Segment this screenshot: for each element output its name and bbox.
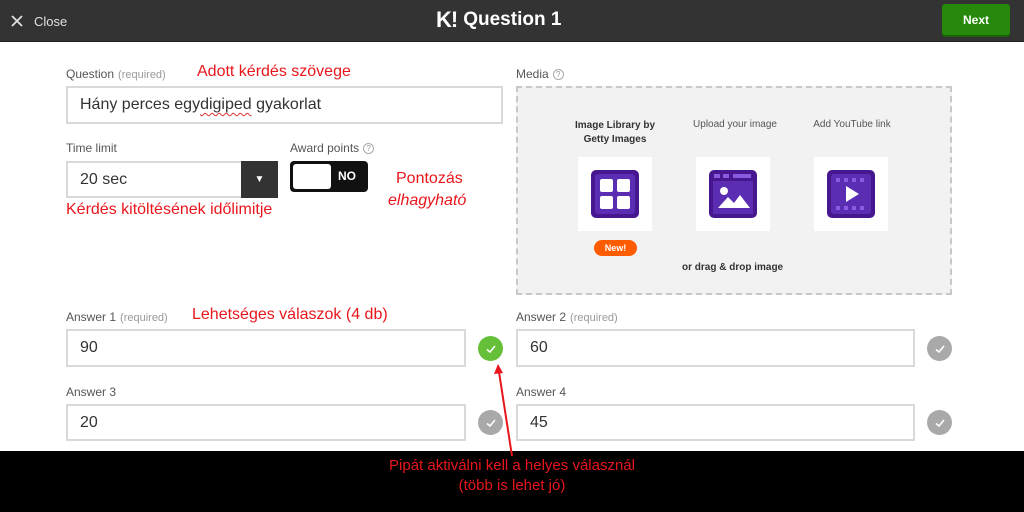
upload-image-button[interactable] bbox=[696, 157, 770, 231]
award-points-toggle[interactable]: NO bbox=[290, 161, 368, 192]
media-label: Media? bbox=[516, 67, 564, 81]
time-limit-value: 20 sec bbox=[80, 170, 128, 188]
answer-2-value: 60 bbox=[530, 339, 548, 356]
toggle-state: NO bbox=[338, 169, 356, 183]
annotation-answers: Lehetséges válaszok (4 db) bbox=[192, 306, 388, 323]
answer-1-input[interactable]: 90 bbox=[66, 329, 466, 367]
award-points-label-text: Award points bbox=[290, 141, 360, 155]
award-points-label: Award points? bbox=[290, 141, 375, 155]
close-icon bbox=[11, 15, 23, 27]
annotation-line-2: (több is lehet jó) bbox=[458, 477, 566, 494]
image-upload-icon bbox=[709, 170, 757, 218]
checkmark-icon bbox=[485, 418, 496, 427]
annotation-time-limit: Kérdés kitöltésének időlimitje bbox=[66, 201, 273, 218]
time-limit-label: Time limit bbox=[66, 141, 117, 155]
drag-drop-text: or drag & drop image bbox=[682, 262, 784, 273]
answer-2-input[interactable]: 60 bbox=[516, 329, 915, 367]
help-icon[interactable]: ? bbox=[363, 143, 375, 155]
top-bar: Close K! Question 1 Next bbox=[0, 0, 1024, 42]
answer-1-label: Answer 1 (required) bbox=[66, 310, 168, 324]
answer-1-value: 90 bbox=[80, 339, 98, 356]
media-option-label-youtube: Add YouTube link bbox=[813, 119, 891, 130]
answer-2-correct-toggle[interactable] bbox=[927, 336, 952, 361]
answer-1-label-text: Answer 1 bbox=[66, 310, 117, 324]
grid-icon bbox=[591, 170, 639, 218]
answer-1-correct-toggle[interactable] bbox=[478, 336, 503, 361]
question-input[interactable]: Hány perces egy digiped gyakorlat bbox=[66, 86, 503, 124]
required-hint: (required) bbox=[120, 312, 168, 324]
annotation-question: Adott kérdés szövege bbox=[197, 63, 351, 80]
new-badge: New! bbox=[594, 240, 637, 256]
answer-2-label-text: Answer 2 bbox=[516, 310, 567, 324]
toggle-knob bbox=[293, 164, 331, 189]
required-hint: (required) bbox=[118, 69, 166, 81]
caret-down-icon: ▼ bbox=[254, 174, 265, 185]
image-library-button[interactable] bbox=[578, 157, 652, 231]
getty-line1: Image Library by bbox=[574, 120, 656, 131]
question-text-1: Hány perces egy bbox=[80, 96, 201, 113]
page-title: Question 1 bbox=[463, 9, 562, 30]
annotation-correct-answer: Pipát aktiválni kell a helyes válasznál … bbox=[0, 456, 1024, 496]
getty-line2: Getty Images bbox=[583, 134, 647, 145]
answer-3-input[interactable]: 20 bbox=[66, 404, 466, 441]
answer-4-label: Answer 4 bbox=[516, 385, 567, 399]
title-area: K! Question 1 bbox=[436, 7, 561, 33]
checkmark-icon bbox=[485, 344, 496, 353]
question-label: Question (required) bbox=[66, 67, 166, 81]
question-text-misspelled: digiped bbox=[200, 96, 252, 113]
question-text-2: gyakorlat bbox=[251, 96, 322, 113]
answer-4-correct-toggle[interactable] bbox=[927, 410, 952, 435]
annotation-line-1: Pipát aktiválni kell a helyes válasznál bbox=[389, 457, 635, 474]
annotation-points-2: elhagyható bbox=[388, 192, 467, 209]
answer-3-correct-toggle[interactable] bbox=[478, 410, 503, 435]
media-label-text: Media bbox=[516, 67, 549, 81]
answer-4-input[interactable]: 45 bbox=[516, 404, 915, 441]
checkmark-icon bbox=[934, 418, 945, 427]
media-option-label-upload: Upload your image bbox=[693, 119, 777, 130]
video-icon bbox=[827, 170, 875, 218]
answer-3-label: Answer 3 bbox=[66, 385, 117, 399]
time-limit-dropdown-button[interactable]: ▼ bbox=[241, 161, 278, 198]
help-icon[interactable]: ? bbox=[552, 69, 564, 81]
time-limit-select[interactable]: 20 sec bbox=[66, 161, 244, 198]
question-label-text: Question bbox=[66, 67, 115, 81]
close-button[interactable]: Close bbox=[10, 10, 67, 32]
required-hint: (required) bbox=[570, 312, 618, 324]
checkmark-icon bbox=[934, 344, 945, 353]
media-option-label-getty: Image Library by Getty Images bbox=[560, 119, 670, 147]
answer-2-label: Answer 2 (required) bbox=[516, 310, 618, 324]
annotation-points-1: Pontozás bbox=[396, 170, 463, 187]
kahoot-logo: K! bbox=[436, 7, 458, 32]
answer-4-value: 45 bbox=[530, 413, 548, 431]
youtube-link-button[interactable] bbox=[814, 157, 888, 231]
next-button[interactable]: Next bbox=[942, 4, 1010, 35]
answer-3-value: 20 bbox=[80, 413, 98, 431]
close-label: Close bbox=[34, 13, 68, 29]
